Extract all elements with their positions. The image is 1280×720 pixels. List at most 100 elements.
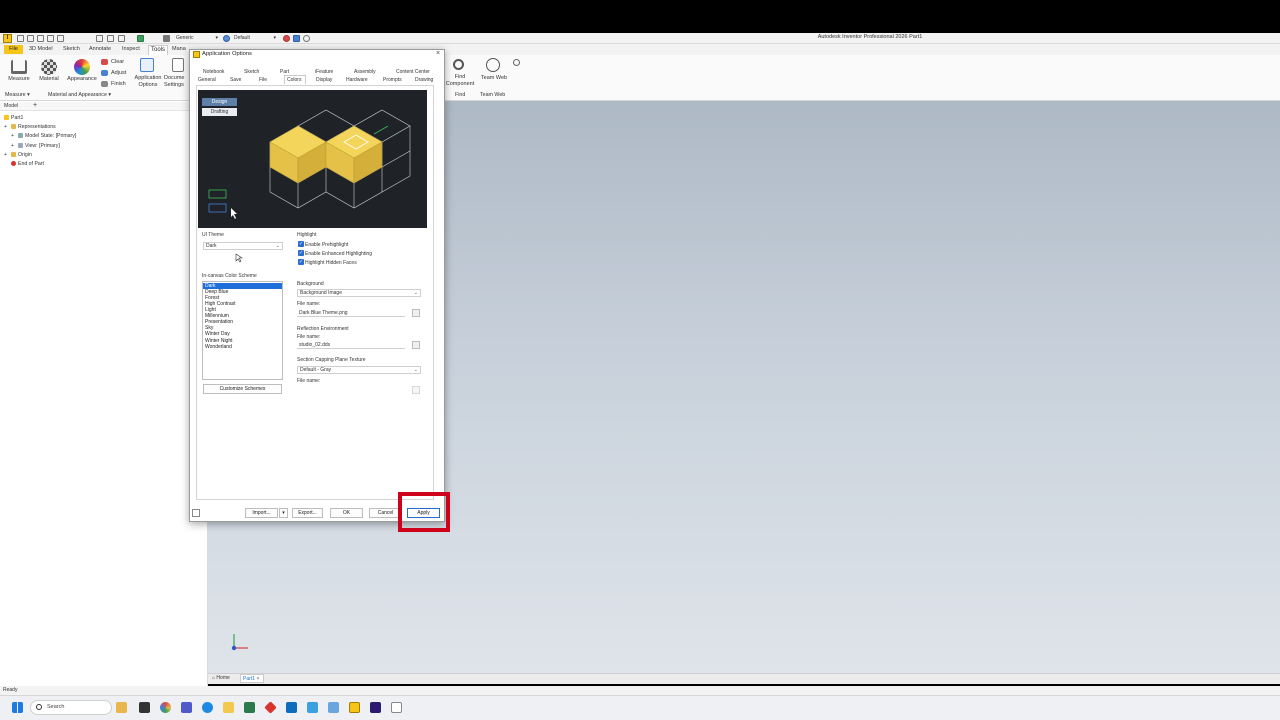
capping-texture-dropdown[interactable]: Default - Gray ⌄ <box>297 366 421 374</box>
tab-inspect[interactable]: Inspect <box>122 46 140 52</box>
material-ball-icon[interactable] <box>41 59 57 75</box>
clear-appearance-icon[interactable] <box>283 35 290 42</box>
tab-save[interactable]: Save <box>230 77 241 83</box>
export-button[interactable]: Export... <box>292 508 323 518</box>
tab-prompts[interactable]: Prompts <box>383 77 402 83</box>
tab-manage[interactable]: Mana <box>172 46 186 52</box>
tab-file[interactable]: File <box>259 77 267 83</box>
copilot-icon[interactable] <box>160 702 171 713</box>
group-material-appearance[interactable]: Material and Appearance ▾ <box>48 92 111 98</box>
undo-icon[interactable] <box>47 35 54 42</box>
expand-icon[interactable]: + <box>11 143 14 149</box>
file-explorer-icon[interactable] <box>223 702 234 713</box>
application-options-button[interactable]: Application Options <box>132 75 164 89</box>
app-light-blue-icon[interactable] <box>328 702 339 713</box>
outlook-icon[interactable] <box>286 702 297 713</box>
appearance-swatch-icon[interactable] <box>137 35 144 42</box>
appearance-dropdown[interactable]: Default ▾ <box>234 35 278 42</box>
ok-button[interactable]: OK <box>330 508 363 518</box>
inventor-taskbar-icon[interactable] <box>349 702 360 713</box>
tab-sketch[interactable]: Sketch <box>244 69 259 75</box>
ui-theme-dropdown[interactable]: Dark ⌄ <box>203 242 283 250</box>
browse-folder-icon[interactable] <box>412 309 420 317</box>
tab-sketch[interactable]: Sketch <box>63 46 80 52</box>
tab-ifeature[interactable]: iFeature <box>315 69 333 75</box>
tree-item-origin[interactable]: Origin <box>18 152 32 158</box>
tree-item-view[interactable]: View: [Primary] <box>25 143 60 149</box>
close-tab-icon[interactable]: × <box>256 676 259 682</box>
tab-annotate[interactable]: Annotate <box>89 46 111 52</box>
material-button[interactable]: Material <box>34 76 64 82</box>
store-icon[interactable] <box>244 702 255 713</box>
scheme-item-wonderland[interactable]: Wonderland <box>203 344 282 350</box>
edge-icon[interactable] <box>202 702 213 713</box>
scheme-item-winter-day[interactable]: Winter Day <box>203 331 282 337</box>
tree-item-model-state[interactable]: Model State: [Primary] <box>25 133 76 139</box>
tab-file[interactable]: File <box>4 45 23 54</box>
customize-schemes-button[interactable]: Customize Schemes <box>203 384 282 394</box>
team-web-globe-icon[interactable] <box>486 58 500 72</box>
background-file-field[interactable]: Dark Blue Theme.png <box>297 309 405 317</box>
tree-item-representations[interactable]: Representations <box>18 124 56 130</box>
add-browser-tab-button[interactable]: + <box>33 102 37 109</box>
update-icon[interactable] <box>107 35 114 42</box>
browse-folder-icon[interactable] <box>412 341 420 349</box>
tree-item-end-of-part[interactable]: End of Part <box>18 161 44 167</box>
redo-icon[interactable] <box>57 35 64 42</box>
task-view-icon[interactable] <box>139 702 150 713</box>
appearance-button[interactable]: Appearance <box>66 76 98 82</box>
dialog-close-button[interactable]: × <box>434 50 442 58</box>
material-icon[interactable] <box>163 35 170 42</box>
new-file-icon[interactable] <box>17 35 24 42</box>
application-options-icon[interactable] <box>140 58 154 72</box>
tab-colors[interactable]: Colors <box>287 77 301 83</box>
adjust-icon[interactable] <box>293 35 300 42</box>
find-component-icon[interactable] <box>453 59 464 70</box>
material-dropdown[interactable]: Generic ▾ <box>176 35 220 42</box>
background-dropdown[interactable]: Background Image ⌄ <box>297 289 421 297</box>
document-settings-icon[interactable] <box>172 58 184 72</box>
import-dropdown-arrow[interactable]: ▾ <box>279 508 288 518</box>
app-blue-icon[interactable] <box>307 702 318 713</box>
reflection-file-field[interactable]: studio_02.dds <box>297 341 405 349</box>
find-component-button[interactable]: Find Component <box>444 74 476 88</box>
select-icon[interactable] <box>118 35 125 42</box>
expand-icon[interactable]: + <box>4 152 7 158</box>
teams-icon[interactable] <box>181 702 192 713</box>
widgets-icon[interactable] <box>116 702 127 713</box>
expand-icon[interactable]: + <box>11 133 14 139</box>
premiere-icon[interactable] <box>370 702 381 713</box>
save-icon[interactable] <box>37 35 44 42</box>
tab-assembly[interactable]: Assembly <box>354 69 376 75</box>
appearance-ball-icon[interactable] <box>223 35 230 42</box>
tab-notebook[interactable]: Notebook <box>203 69 224 75</box>
adjust-button[interactable]: Adjust <box>111 70 126 76</box>
doc-tab-part1[interactable]: Part1 × <box>240 674 264 683</box>
measure-button[interactable]: Measure <box>4 76 34 82</box>
expand-icon[interactable]: + <box>4 124 7 130</box>
team-web-button[interactable]: Team Web <box>478 75 510 81</box>
window-controls[interactable] <box>1254 34 1274 42</box>
tab-general[interactable]: General <box>198 77 216 83</box>
tab-display[interactable]: Display <box>316 77 332 83</box>
open-file-icon[interactable] <box>27 35 34 42</box>
help-icon[interactable] <box>192 509 200 517</box>
tab-3d-model[interactable]: 3D Model <box>29 46 53 52</box>
snipping-tool-icon[interactable] <box>391 702 402 713</box>
enhanced-highlighting-checkbox[interactable]: ✓ <box>298 250 304 256</box>
doc-tab-home[interactable]: ⌂ Home <box>212 675 230 681</box>
group-measure[interactable]: Measure ▾ <box>5 92 30 98</box>
home-icon[interactable] <box>96 35 103 42</box>
tree-item-part1[interactable]: Part1 <box>11 115 23 121</box>
windows-start-icon[interactable] <box>12 702 23 713</box>
inventor-app-icon[interactable]: I <box>3 34 12 43</box>
tab-content-center[interactable]: Content Center <box>396 69 430 75</box>
ribbon-options-icon[interactable] <box>513 59 520 66</box>
prehighlight-checkbox[interactable]: ✓ <box>298 241 304 247</box>
finish-icon[interactable] <box>303 35 310 42</box>
finish-button[interactable]: Finish <box>111 81 126 87</box>
tab-hardware[interactable]: Hardware <box>346 77 368 83</box>
appearance-wheel-icon[interactable] <box>74 59 90 75</box>
tab-tools[interactable]: Tools <box>148 45 168 55</box>
taskbar-search[interactable]: Search <box>30 700 112 715</box>
